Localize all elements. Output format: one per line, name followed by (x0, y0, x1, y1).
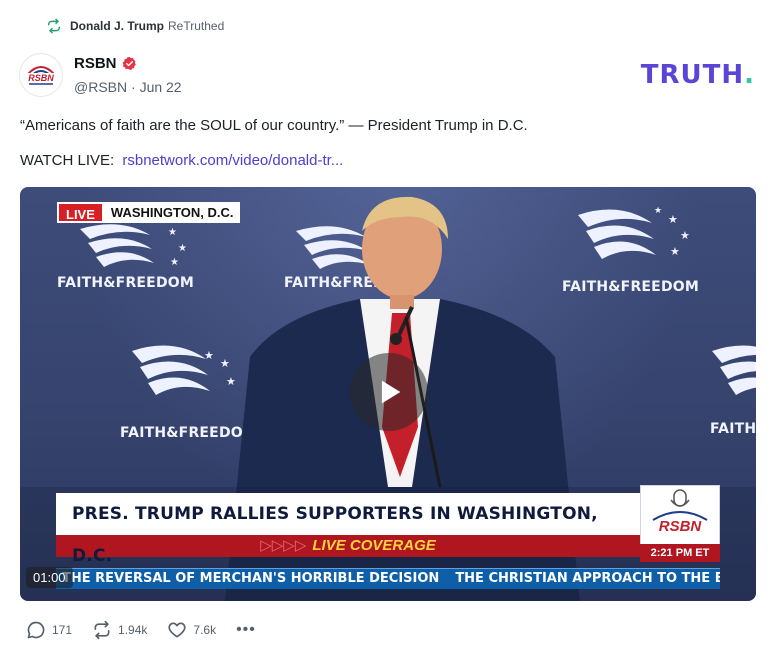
retruth-banner: Donald J. Trump ReTruthed (46, 18, 224, 34)
coverage-arrows: ▷▷▷▷ (260, 537, 307, 554)
like-count: 7.6k (193, 623, 217, 637)
watch-live-label: WATCH LIVE: (20, 152, 115, 169)
author-name[interactable]: RSBN (74, 55, 137, 72)
video-link[interactable]: rsbnetwork.com/video/donald-tr... (122, 152, 343, 169)
action-bar: 171 1.94k 7.6k ••• (26, 620, 276, 640)
truth-logo-dot: . (744, 60, 755, 90)
reply-icon (27, 621, 45, 639)
post-date[interactable]: Jun 22 (140, 79, 182, 95)
retruth-user[interactable]: Donald J. Trump (70, 19, 164, 33)
avatar[interactable]: RSBN (20, 54, 62, 96)
play-icon (381, 380, 401, 404)
news-ticker: THE REVERSAL OF MERCHAN'S HORRIBLE DECIS… (56, 568, 720, 589)
retruth-button[interactable]: 1.94k (92, 620, 147, 640)
lower-third: PRES. TRUMP RALLIES SUPPORTERS IN WASHIN… (56, 493, 640, 566)
heart-icon (168, 622, 186, 638)
ticker-item: THE CHRISTIAN APPROACH TO THE BALLOT (455, 571, 720, 586)
headline-bar: PRES. TRUMP RALLIES SUPPORTERS IN WASHIN… (56, 493, 640, 566)
rsbn-logo-text: RSBN (659, 518, 703, 535)
retruth-count: 1.94k (118, 623, 148, 637)
watch-live-line: WATCH LIVE: rsbnetwork.com/video/donald-… (20, 152, 343, 169)
more-icon: ••• (236, 621, 256, 638)
ticker-item: THE REVERSAL OF MERCHAN'S HORRIBLE DECIS… (62, 571, 440, 586)
broadcast-time: 2:21 PM ET (640, 544, 720, 562)
author-name-text[interactable]: RSBN (74, 55, 117, 72)
location-label: WASHINGTON, D.C. (103, 202, 241, 223)
live-badge: LIVE WASHINGTON, D.C. (57, 202, 241, 223)
verified-badge-icon (122, 56, 136, 71)
retruth-icon (47, 18, 61, 34)
like-button[interactable]: 7.6k (167, 620, 216, 640)
author-meta: @RSBN · Jun 22 (74, 79, 182, 95)
video-player[interactable]: ★ ★ ★ FAITH&FREEDOM FAITH&FREEDOM ★ ★ ★ … (20, 187, 756, 601)
retruth-icon (94, 620, 110, 640)
meta-separator: · (127, 79, 140, 95)
retruth-action: ReTruthed (168, 19, 225, 33)
rsbn-logo-icon: RSBN (652, 489, 708, 535)
coverage-label: LIVE COVERAGE (312, 537, 436, 554)
truth-logo[interactable]: TRUTH. (641, 60, 755, 90)
more-options-button[interactable]: ••• (236, 621, 256, 639)
play-button[interactable] (350, 353, 428, 431)
video-timecode: 01:00 (26, 567, 73, 588)
svg-text:RSBN: RSBN (28, 73, 54, 83)
reply-count: 171 (52, 623, 73, 637)
post-text: “Americans of faith are the SOUL of our … (20, 117, 528, 134)
author-handle[interactable]: @RSBN (74, 79, 127, 95)
reply-button[interactable]: 171 (26, 620, 72, 640)
truth-logo-text: TRUTH (640, 60, 745, 90)
coverage-bar: ▷▷▷▷ LIVE COVERAGE (56, 535, 640, 557)
live-label: LIVE (57, 202, 104, 223)
